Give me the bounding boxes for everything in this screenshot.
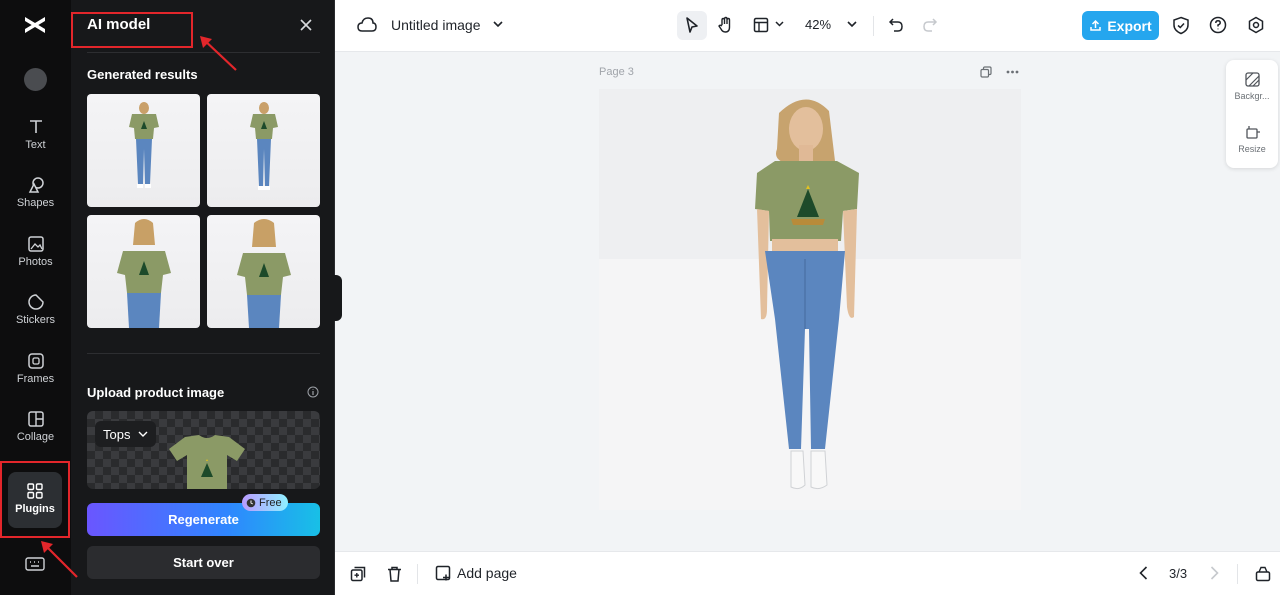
rail-label: Collage — [16, 431, 55, 443]
rail-item-frames[interactable]: Frames — [0, 352, 71, 385]
divider — [87, 353, 320, 354]
model-photo — [599, 89, 1021, 510]
chevron-down-icon[interactable] — [493, 21, 503, 28]
page-count: 3/3 — [1169, 566, 1188, 581]
shapes-icon — [28, 177, 44, 193]
chevron-left-icon[interactable] — [1139, 566, 1148, 580]
shield-icon[interactable] — [1172, 16, 1190, 35]
free-badge: Free — [242, 494, 288, 511]
more-icon[interactable] — [1006, 70, 1019, 74]
annotation-arrow-icon — [200, 36, 237, 71]
upload-product-title: Upload product image — [87, 385, 225, 400]
document-title[interactable]: Untitled image — [391, 17, 481, 33]
duplicate-icon[interactable] — [350, 566, 366, 582]
export-button[interactable]: Export — [1082, 11, 1159, 40]
annotation-box-title — [71, 12, 193, 48]
free-label: Free — [259, 496, 282, 509]
annotation-box-plugins — [0, 461, 70, 538]
right-dock: Backgr... Resize — [1226, 60, 1278, 168]
annotation-arrow-icon — [41, 541, 78, 578]
bottom-bar: Add page 3/3 — [335, 551, 1280, 595]
rail-label: Photos — [18, 256, 53, 268]
product-image-upload[interactable]: Tops — [87, 411, 320, 489]
background-label: Backgr... — [1234, 91, 1270, 101]
export-label: Export — [1107, 17, 1152, 34]
category-select[interactable]: Tops — [95, 421, 157, 447]
collage-icon — [27, 411, 44, 427]
chevron-right-icon[interactable] — [1210, 566, 1219, 580]
cursor-icon — [686, 17, 698, 33]
rail-item-shapes[interactable]: Shapes — [0, 176, 71, 209]
result-thumbnail[interactable] — [87, 215, 200, 328]
text-icon — [29, 120, 42, 133]
hand-icon[interactable] — [717, 16, 735, 34]
category-label: Tops — [103, 426, 131, 442]
rail-item-photos[interactable]: Photos — [0, 235, 71, 268]
regenerate-label: Regenerate — [168, 512, 239, 527]
chevron-down-icon[interactable] — [847, 21, 857, 28]
divider — [417, 564, 418, 584]
info-icon[interactable] — [307, 386, 319, 398]
rail-item-text[interactable]: Text — [0, 118, 71, 151]
help-icon[interactable] — [1209, 16, 1227, 34]
trash-icon[interactable] — [387, 566, 402, 582]
resize-label: Resize — [1238, 144, 1266, 154]
rail-label: Text — [25, 139, 46, 151]
zoom-level[interactable]: 42% — [805, 17, 831, 32]
model-image — [237, 219, 291, 328]
chevron-down-icon — [138, 431, 148, 437]
clock-icon — [246, 498, 256, 507]
redo-icon[interactable] — [922, 17, 938, 33]
frames-icon — [27, 353, 44, 369]
rail-item-stickers[interactable]: Stickers — [0, 293, 71, 326]
product-tshirt-image — [169, 435, 245, 489]
add-page-button[interactable]: Add page — [435, 565, 517, 581]
background-icon — [1244, 72, 1260, 87]
rail-label: Stickers — [15, 314, 56, 326]
start-over-label: Start over — [173, 555, 234, 570]
stickers-icon — [27, 294, 44, 310]
result-thumbnail[interactable] — [207, 94, 320, 207]
generated-results-title: Generated results — [87, 67, 198, 82]
avatar[interactable] — [24, 68, 47, 91]
rail-label: Shapes — [16, 197, 55, 209]
settings-icon[interactable] — [1247, 16, 1265, 34]
model-image — [129, 102, 159, 188]
rail-label: Frames — [16, 373, 55, 385]
page-label: Page 3 — [599, 66, 634, 78]
ai-model-panel: AI model Generated results Upload produc… — [71, 0, 335, 595]
photos-icon — [27, 236, 44, 252]
rail-item-collage[interactable]: Collage — [0, 410, 71, 443]
divider — [1237, 564, 1238, 584]
chevron-down-icon[interactable] — [775, 21, 784, 27]
add-page-icon — [435, 565, 451, 581]
collapse-panel-handle[interactable] — [334, 275, 342, 321]
model-image — [117, 219, 171, 328]
model-image — [250, 102, 278, 190]
top-bar: Untitled image 42% Export — [335, 0, 1280, 52]
divider — [873, 16, 874, 36]
app-root: Text Shapes Photos Stickers Frames Colla… — [0, 0, 1280, 595]
capcut-logo-icon[interactable] — [22, 13, 48, 37]
resize-icon — [1245, 126, 1260, 139]
pages-panel-icon[interactable] — [1255, 566, 1271, 582]
result-thumbnail[interactable] — [87, 94, 200, 207]
add-page-label: Add page — [457, 565, 517, 581]
design-canvas[interactable] — [599, 89, 1021, 510]
cloud-icon[interactable] — [357, 17, 377, 33]
start-over-button[interactable]: Start over — [87, 546, 320, 579]
resize-button[interactable]: Resize — [1226, 125, 1278, 154]
duplicate-page-icon[interactable] — [980, 66, 992, 78]
close-icon[interactable] — [298, 17, 314, 33]
undo-icon[interactable] — [888, 17, 904, 33]
upload-icon — [1090, 19, 1102, 31]
result-thumbnail[interactable] — [207, 215, 320, 328]
layout-icon[interactable] — [753, 17, 769, 33]
background-button[interactable]: Backgr... — [1226, 72, 1278, 101]
